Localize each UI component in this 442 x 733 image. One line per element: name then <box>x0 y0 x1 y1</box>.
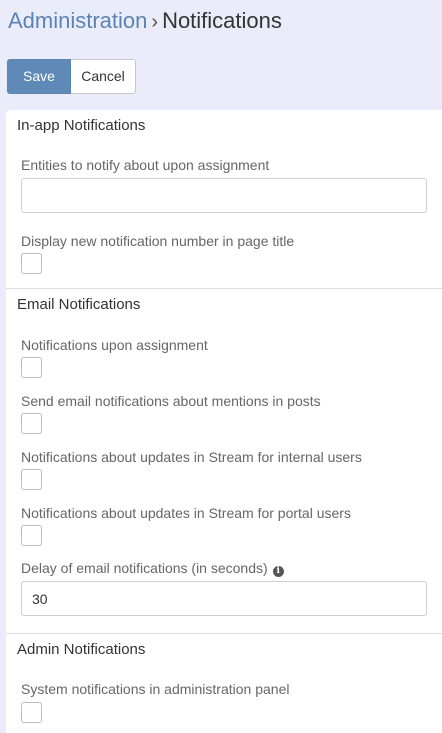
cancel-button[interactable]: Cancel <box>71 59 136 94</box>
stream-internal-label: Notifications about updates in Stream fo… <box>21 449 362 465</box>
breadcrumb-administration-link[interactable]: Administration <box>8 8 147 33</box>
section-title-admin: Admin Notifications <box>17 641 146 658</box>
stream-portal-checkbox[interactable] <box>21 525 42 546</box>
section-title-in-app: In-app Notifications <box>17 117 146 134</box>
assignment-checkbox[interactable] <box>21 357 42 378</box>
breadcrumb: Administration › Notifications <box>8 6 282 37</box>
settings-panel: In-app Notifications Entities to notify … <box>6 110 442 733</box>
mentions-checkbox[interactable] <box>21 413 42 434</box>
delay-input[interactable] <box>21 581 427 616</box>
breadcrumb-separator-icon: › <box>151 11 159 33</box>
delay-label: Delay of email notifications (in seconds… <box>21 560 284 577</box>
action-button-group: Save Cancel <box>7 59 136 94</box>
stream-internal-checkbox[interactable] <box>21 469 42 490</box>
entities-label: Entities to notify about upon assignment <box>21 157 270 173</box>
stream-portal-label: Notifications about updates in Stream fo… <box>21 505 351 521</box>
display-number-checkbox[interactable] <box>21 253 42 274</box>
save-button[interactable]: Save <box>7 59 71 94</box>
system-notifications-label: System notifications in administration p… <box>21 681 290 697</box>
display-number-label: Display new notification number in page … <box>21 233 295 249</box>
info-icon[interactable]: i <box>272 566 284 577</box>
section-divider <box>6 288 442 289</box>
delay-label-text: Delay of email notifications (in seconds… <box>21 560 268 576</box>
section-title-email: Email Notifications <box>17 296 141 313</box>
mentions-label: Send email notifications about mentions … <box>21 393 321 409</box>
page-title: Notifications <box>162 8 282 33</box>
entities-input[interactable] <box>21 178 427 213</box>
section-divider <box>6 633 442 634</box>
system-notifications-checkbox[interactable] <box>21 702 42 723</box>
assignment-label: Notifications upon assignment <box>21 337 208 353</box>
